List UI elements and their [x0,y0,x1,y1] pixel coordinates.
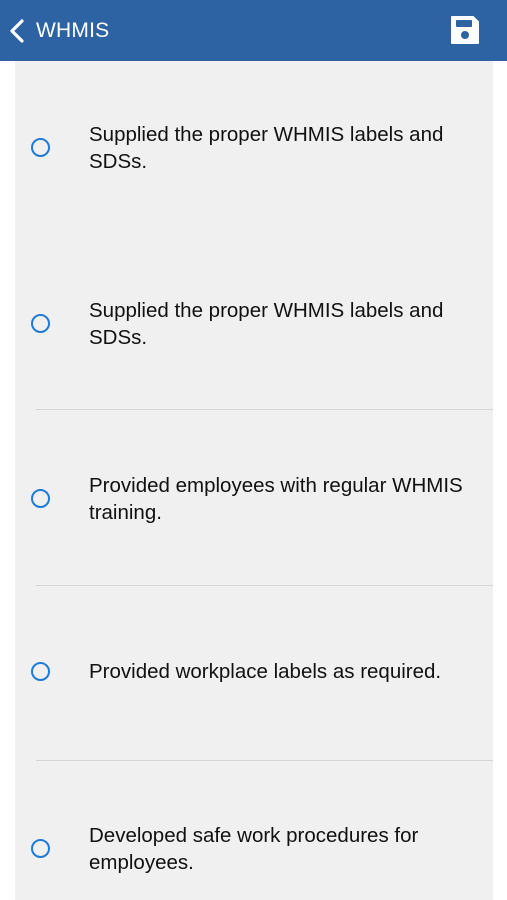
radio-button[interactable] [31,314,50,333]
navigation-bar: WHMIS [0,0,507,61]
option-label: Supplied the proper WHMIS labels and SDS… [89,123,444,173]
floppy-disk-icon [449,16,481,50]
answer-options-list: Supplied the proper WHMIS labels and SDS… [15,61,493,900]
save-button[interactable] [449,14,481,46]
answer-option-5[interactable]: Developed safe work procedures for emplo… [15,806,493,892]
divider [36,409,493,410]
option-label: Developed safe work procedures for emplo… [89,824,419,874]
option-label: Provided workplace labels as required. [89,660,442,683]
divider [36,760,493,761]
divider [36,585,493,586]
back-button[interactable]: WHMIS [8,0,109,61]
answer-option-4[interactable]: Provided workplace labels as required. [15,646,493,698]
option-label: Provided employees with regular WHMIS tr… [89,474,463,524]
chevron-left-icon [8,18,26,44]
answer-option-1[interactable]: Supplied the proper WHMIS labels and SDS… [15,105,493,191]
page-title: WHMIS [36,18,110,42]
radio-button[interactable] [31,662,50,681]
radio-button[interactable] [31,138,50,157]
answer-option-3[interactable]: Provided employees with regular WHMIS tr… [15,456,493,542]
option-label: Supplied the proper WHMIS labels and SDS… [89,299,444,349]
radio-button[interactable] [31,489,50,508]
radio-button[interactable] [31,839,50,858]
answer-option-2[interactable]: Supplied the proper WHMIS labels and SDS… [15,281,493,367]
